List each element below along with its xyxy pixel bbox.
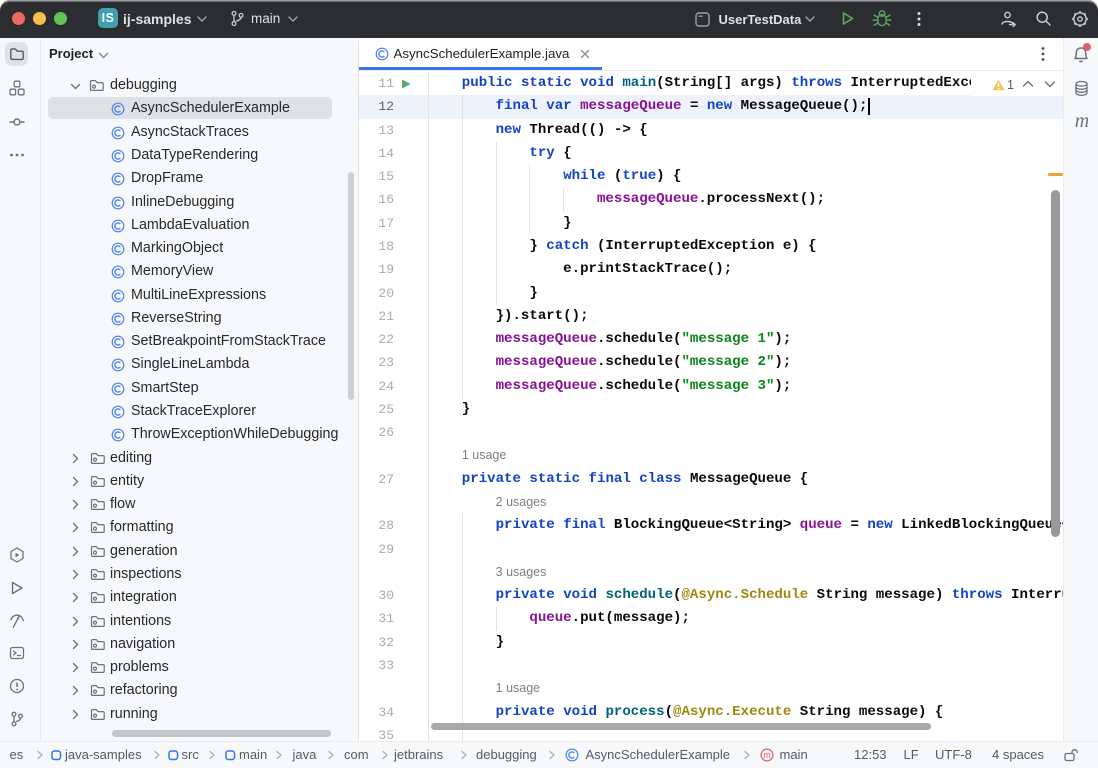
svg-text:m: m [763,750,771,760]
